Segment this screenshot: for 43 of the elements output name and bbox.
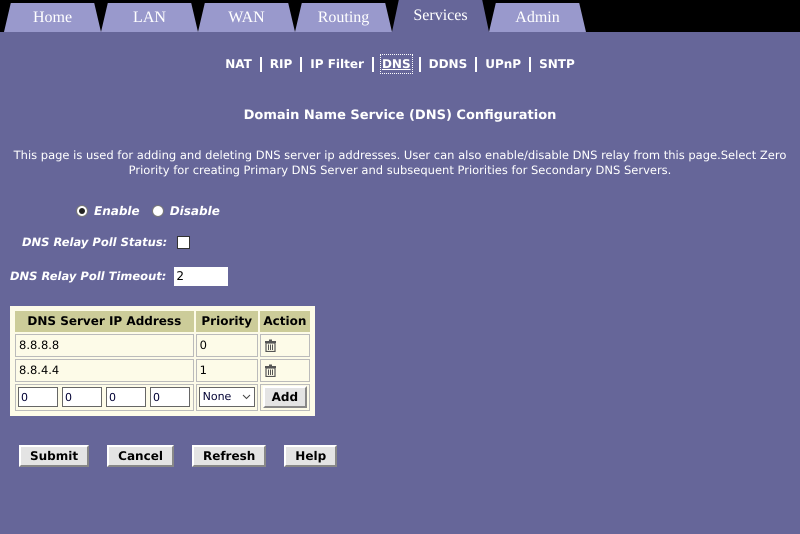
table-cell: 8.8.8.8 [15, 334, 194, 357]
priority-dropdown[interactable]: None [198, 387, 255, 408]
octet-field[interactable]: 0 [62, 387, 102, 408]
column-header: Action [260, 310, 310, 332]
nav-tab[interactable]: LAN [101, 3, 198, 32]
field-label: DNS Relay Poll Status: [22, 234, 168, 250]
column-header: DNS Server IP Address [15, 310, 194, 332]
radio-button[interactable] [152, 204, 164, 216]
nav-tab[interactable]: Routing [295, 3, 392, 32]
column-header: Priority [196, 310, 258, 332]
subnav-link[interactable]: DDNS [428, 55, 468, 73]
table-cell: 8.8.4.4 [15, 358, 194, 382]
trash-icon[interactable] [264, 364, 277, 377]
nav-tab[interactable]: Services [392, 0, 489, 32]
add-button[interactable]: Add [262, 386, 307, 408]
octet-field[interactable]: 0 [18, 387, 58, 408]
subnav-link[interactable]: IP Filter [309, 55, 365, 73]
checkbox[interactable] [177, 236, 190, 249]
subnav-link[interactable]: UPnP [484, 55, 522, 73]
subnav-link[interactable]: NAT [224, 55, 253, 73]
timeout-field[interactable]: 2 [174, 266, 228, 286]
subnav-link[interactable]: DNS [380, 55, 412, 73]
nav-tab[interactable]: WAN [198, 3, 295, 32]
subnav-link[interactable]: RIP [268, 55, 294, 73]
nav-tab[interactable]: Admin [489, 3, 586, 32]
table-cell: 1 [196, 358, 258, 382]
octet-field[interactable]: 0 [106, 387, 146, 408]
radio-label: Enable [94, 202, 140, 220]
form-button[interactable]: Submit [19, 444, 90, 467]
subnav-link[interactable]: SNTP [538, 55, 576, 73]
form-button[interactable]: Help [284, 444, 338, 467]
chevron-icon [242, 394, 251, 400]
form-button[interactable]: Refresh [192, 444, 266, 467]
radio-label: Disable [170, 202, 220, 220]
field-label: DNS Relay Poll Timeout: [10, 268, 166, 285]
trash-icon[interactable] [264, 338, 277, 352]
radio-button[interactable] [76, 204, 88, 216]
octet-field[interactable]: 0 [150, 387, 190, 408]
page-description: This page is used for adding and deleting DNS server ip addresses. User can also enable/disable DNS relay from this page.Select Zero Priority for creating Primary DNS Server and subsequent Priorities for Secondary DNS Servers. [12, 148, 788, 178]
form-button[interactable]: Cancel [107, 444, 174, 467]
page-heading: Domain Name Service (DNS) Configuration [242, 107, 558, 125]
nav-tab[interactable]: Home [4, 3, 101, 32]
table-cell: 0 [196, 334, 258, 357]
